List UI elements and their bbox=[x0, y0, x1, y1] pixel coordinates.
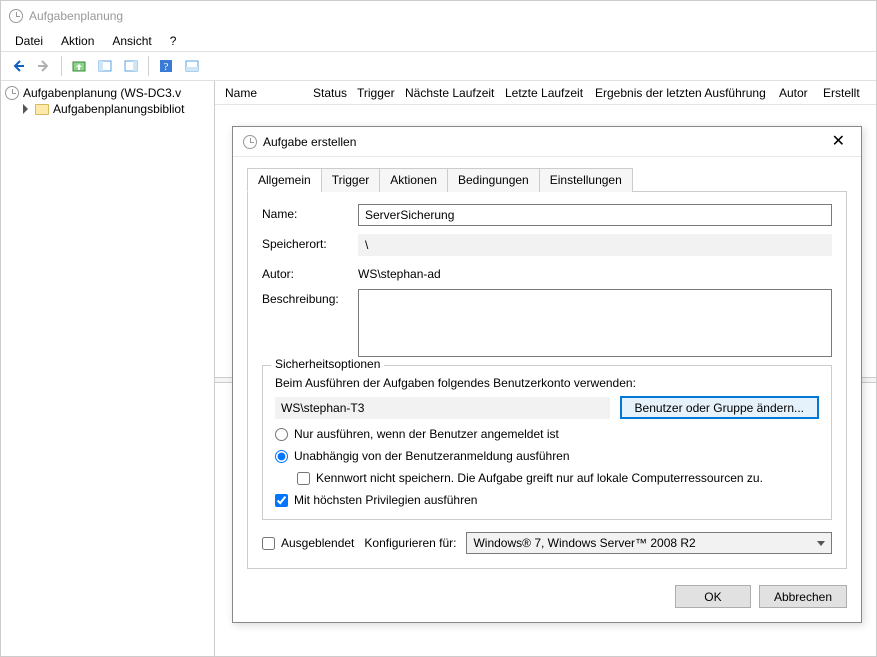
window-title: Aufgabenplanung bbox=[29, 9, 123, 23]
dialog-title: Aufgabe erstellen bbox=[263, 135, 356, 149]
check-no-password[interactable]: Kennwort nicht speichern. Die Aufgabe gr… bbox=[297, 471, 819, 485]
toolbar-separator bbox=[148, 56, 149, 76]
tab-actions[interactable]: Aktionen bbox=[379, 168, 448, 192]
close-icon[interactable]: ✕ bbox=[826, 132, 851, 152]
radio-run-logged-on-input[interactable] bbox=[275, 428, 288, 441]
toolbar: ? bbox=[1, 51, 876, 81]
check-hidden-input[interactable] bbox=[262, 537, 275, 550]
help-button[interactable]: ? bbox=[155, 55, 177, 77]
tree-library-label: Aufgabenplanungsbibliot bbox=[53, 102, 184, 116]
cancel-button[interactable]: Abbrechen bbox=[759, 585, 847, 608]
configure-for-value: Windows® 7, Windows Server™ 2008 R2 bbox=[473, 536, 695, 550]
col-status[interactable]: Status bbox=[313, 86, 357, 100]
security-legend: Sicherheitsoptionen bbox=[271, 357, 384, 371]
radio-run-always-label: Unabhängig von der Benutzeranmeldung aus… bbox=[294, 449, 570, 463]
dialog-body: Allgemein Trigger Aktionen Bedingungen E… bbox=[233, 157, 861, 575]
tab-general-content: Name: Speicherort: \ Autor: WS\stephan-a… bbox=[247, 192, 847, 569]
up-button[interactable] bbox=[68, 55, 90, 77]
configure-for-select[interactable]: Windows® 7, Windows Server™ 2008 R2 bbox=[466, 532, 832, 554]
author-value: WS\stephan-ad bbox=[358, 264, 441, 281]
label-description: Beschreibung: bbox=[262, 289, 358, 306]
window-titlebar: Aufgabenplanung bbox=[1, 1, 876, 31]
forward-button[interactable] bbox=[33, 55, 55, 77]
toolbar-separator bbox=[61, 56, 62, 76]
check-highest-priv-input[interactable] bbox=[275, 494, 288, 507]
tab-settings[interactable]: Einstellungen bbox=[539, 168, 633, 192]
change-user-button[interactable]: Benutzer oder Gruppe ändern... bbox=[620, 396, 819, 419]
ok-button[interactable]: OK bbox=[675, 585, 751, 608]
task-list-header: Name Status Trigger Nächste Laufzeit Let… bbox=[215, 81, 876, 105]
col-trigger[interactable]: Trigger bbox=[357, 86, 405, 100]
panel-button-1[interactable] bbox=[94, 55, 116, 77]
scheduler-icon bbox=[5, 86, 19, 100]
check-hidden[interactable]: Ausgeblendet bbox=[262, 536, 354, 550]
dialog-footer: OK Abbrechen bbox=[233, 575, 861, 622]
check-no-password-input[interactable] bbox=[297, 472, 310, 485]
account-display: WS\stephan-T3 bbox=[275, 397, 610, 419]
svg-text:?: ? bbox=[164, 61, 169, 73]
dialog-tabs: Allgemein Trigger Aktionen Bedingungen E… bbox=[247, 167, 847, 192]
col-next[interactable]: Nächste Laufzeit bbox=[405, 86, 505, 100]
menubar: Datei Aktion Ansicht ? bbox=[1, 31, 876, 51]
panel-button-2[interactable] bbox=[120, 55, 142, 77]
account-label: Beim Ausführen der Aufgaben folgendes Be… bbox=[275, 376, 819, 390]
radio-run-always-input[interactable] bbox=[275, 450, 288, 463]
check-highest-priv[interactable]: Mit höchsten Privilegien ausführen bbox=[275, 493, 819, 507]
check-highest-priv-label: Mit höchsten Privilegien ausführen bbox=[294, 493, 477, 507]
app-clock-icon bbox=[9, 9, 23, 23]
col-last[interactable]: Letzte Laufzeit bbox=[505, 86, 595, 100]
check-hidden-label: Ausgeblendet bbox=[281, 536, 354, 550]
tab-conditions[interactable]: Bedingungen bbox=[447, 168, 540, 192]
tree-library[interactable]: Aufgabenplanungsbibliot bbox=[3, 101, 212, 117]
col-created[interactable]: Erstellt bbox=[823, 86, 873, 100]
tab-general[interactable]: Allgemein bbox=[247, 168, 322, 192]
dialog-clock-icon bbox=[243, 135, 257, 149]
radio-run-logged-on[interactable]: Nur ausführen, wenn der Benutzer angemel… bbox=[275, 427, 819, 441]
expander-icon[interactable] bbox=[21, 104, 31, 114]
folder-icon bbox=[35, 104, 49, 115]
tree-pane[interactable]: Aufgabenplanung (WS-DC3.v Aufgabenplanun… bbox=[1, 81, 215, 656]
description-input[interactable] bbox=[358, 289, 832, 357]
location-field: \ bbox=[358, 234, 832, 256]
col-name[interactable]: Name bbox=[225, 86, 313, 100]
configure-for-label: Konfigurieren für: bbox=[364, 536, 456, 550]
tab-trigger[interactable]: Trigger bbox=[321, 168, 381, 192]
check-no-password-label: Kennwort nicht speichern. Die Aufgabe gr… bbox=[316, 471, 763, 485]
tree-root-label: Aufgabenplanung (WS-DC3.v bbox=[23, 86, 181, 100]
tree-root[interactable]: Aufgabenplanung (WS-DC3.v bbox=[3, 85, 212, 101]
dialog-titlebar[interactable]: Aufgabe erstellen ✕ bbox=[233, 127, 861, 157]
create-task-dialog: Aufgabe erstellen ✕ Allgemein Trigger Ak… bbox=[232, 126, 862, 623]
menu-action[interactable]: Aktion bbox=[53, 32, 102, 50]
col-author[interactable]: Autor bbox=[779, 86, 823, 100]
radio-run-always[interactable]: Unabhängig von der Benutzeranmeldung aus… bbox=[275, 449, 819, 463]
back-button[interactable] bbox=[7, 55, 29, 77]
security-options-group: Sicherheitsoptionen Beim Ausführen der A… bbox=[262, 365, 832, 520]
label-name: Name: bbox=[262, 204, 358, 221]
col-result[interactable]: Ergebnis der letzten Ausführung bbox=[595, 86, 779, 100]
menu-file[interactable]: Datei bbox=[7, 32, 51, 50]
radio-run-logged-on-label: Nur ausführen, wenn der Benutzer angemel… bbox=[294, 427, 559, 441]
label-author: Autor: bbox=[262, 264, 358, 281]
name-input[interactable] bbox=[358, 204, 832, 226]
panel-button-3[interactable] bbox=[181, 55, 203, 77]
menu-view[interactable]: Ansicht bbox=[104, 32, 159, 50]
label-location: Speicherort: bbox=[262, 234, 358, 251]
menu-help[interactable]: ? bbox=[162, 32, 185, 50]
